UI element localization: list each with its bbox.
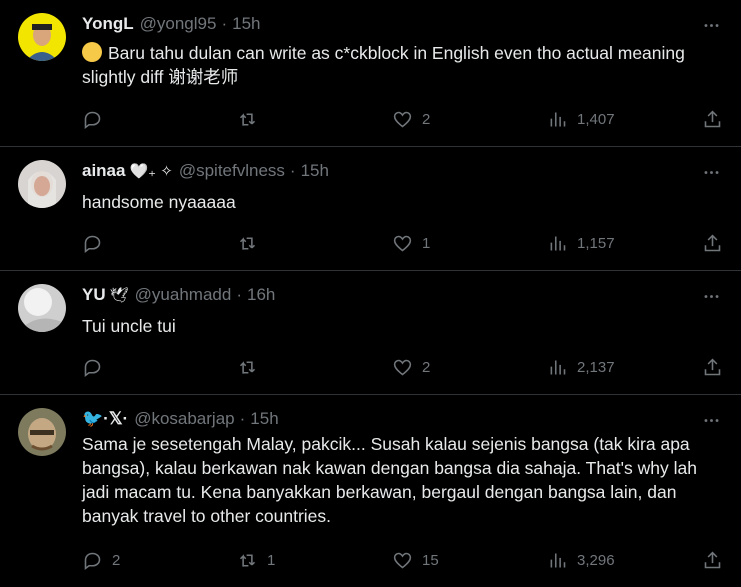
- like-button[interactable]: 2: [392, 108, 430, 130]
- heart-icon: [393, 235, 412, 252]
- view-count: 1,157: [577, 234, 615, 252]
- avatar[interactable]: [18, 284, 66, 332]
- reply-count: 2: [112, 551, 121, 569]
- retweet-button[interactable]: [237, 356, 267, 378]
- view-count: 1,407: [577, 110, 615, 128]
- like-button[interactable]: 15: [392, 549, 439, 571]
- heart-icon: [393, 359, 412, 376]
- separator: ·: [221, 14, 228, 33]
- user-handle[interactable]: @yongl95: [140, 14, 217, 34]
- share-button[interactable]: [702, 356, 723, 378]
- reply-button[interactable]: [82, 108, 112, 130]
- heart-icon: [393, 111, 412, 128]
- tweet-actions: 1 1,157: [82, 232, 723, 254]
- timestamp[interactable]: 15h: [232, 14, 260, 34]
- tweet-actions: 2 1 15 3,296: [82, 549, 723, 571]
- display-name[interactable]: YongL: [82, 14, 134, 34]
- timestamp[interactable]: 15h: [301, 161, 329, 181]
- retweet-button[interactable]: 1: [237, 549, 275, 571]
- like-button[interactable]: 2: [392, 356, 430, 378]
- user-handle[interactable]: @yuahmadd: [135, 285, 232, 305]
- retweet-count: 1: [267, 551, 276, 569]
- more-options-icon[interactable]: [701, 286, 721, 306]
- views-button[interactable]: 1,157: [547, 232, 615, 254]
- retweet-button[interactable]: [237, 232, 267, 254]
- avatar[interactable]: [18, 408, 66, 456]
- reply-icon: [84, 235, 101, 253]
- like-count: 1: [422, 234, 431, 252]
- display-name[interactable]: YU: [82, 285, 106, 305]
- retweet-icon: [239, 553, 256, 567]
- views-icon: [550, 553, 566, 567]
- views-button[interactable]: 1,407: [547, 108, 615, 130]
- like-count: 2: [422, 358, 431, 376]
- tweet-header: ainaa 🤍₊ ✧ @spitefvlness · 15h: [82, 160, 329, 182]
- views-icon: [550, 112, 566, 126]
- views-button[interactable]: 3,296: [547, 549, 615, 571]
- name-emoji: 🕊: [109, 287, 129, 304]
- tweet-text: handsome nyaaaaa: [82, 192, 236, 212]
- share-button[interactable]: [702, 232, 723, 254]
- separator: ·: [236, 285, 242, 304]
- timestamp[interactable]: 15h: [250, 409, 278, 429]
- more-options-icon[interactable]: [701, 162, 721, 182]
- name-emoji: 🤍₊ ✧: [129, 163, 173, 180]
- avatar[interactable]: [18, 160, 66, 208]
- reply-icon: [84, 552, 101, 570]
- view-count: 3,296: [577, 551, 615, 569]
- tweet-header: YU 🕊 @yuahmadd · 16h: [82, 284, 275, 306]
- reply-icon: [84, 359, 101, 377]
- share-icon: [704, 358, 721, 375]
- user-handle[interactable]: @kosabarjap: [134, 409, 234, 429]
- tweet-text: Baru tahu dulan can write as c*ckblock i…: [82, 43, 685, 87]
- separator: ·: [239, 409, 246, 428]
- views-icon: [550, 360, 566, 374]
- share-icon: [704, 110, 721, 127]
- tweet[interactable]: YU 🕊 @yuahmadd · 16h Tui uncle tui 2 2,1…: [0, 271, 741, 395]
- display-name[interactable]: ainaa: [82, 161, 125, 181]
- like-count: 15: [422, 551, 439, 569]
- tweet-text: Sama je sesetengah Malay, pakcik... Susa…: [82, 434, 697, 526]
- reply-button[interactable]: [82, 232, 112, 254]
- display-name[interactable]: 🐦·𝕏·: [82, 409, 128, 429]
- reply-button[interactable]: [82, 356, 112, 378]
- reply-icon: [84, 111, 101, 129]
- tweet-text: Tui uncle tui: [82, 316, 176, 336]
- user-handle[interactable]: @spitefvlness: [179, 161, 285, 181]
- rolling-laughing-emoji-icon: [82, 42, 102, 62]
- share-button[interactable]: [702, 108, 723, 130]
- share-icon: [704, 234, 721, 251]
- heart-icon: [393, 552, 412, 569]
- timestamp[interactable]: 16h: [247, 285, 275, 305]
- more-options-icon[interactable]: [701, 15, 721, 35]
- tweet-header: YongL @yongl95 · 15h: [82, 13, 260, 35]
- tweet[interactable]: 🐦·𝕏· @kosabarjap · 15h Sama je sesetenga…: [0, 395, 741, 587]
- retweet-button[interactable]: [237, 108, 267, 130]
- retweet-icon: [239, 360, 256, 374]
- like-count: 2: [422, 110, 431, 128]
- view-count: 2,137: [577, 358, 615, 376]
- retweet-icon: [239, 112, 256, 126]
- tweet-actions: 2 1,407: [82, 108, 723, 130]
- share-button[interactable]: [702, 549, 723, 571]
- tweet[interactable]: ainaa 🤍₊ ✧ @spitefvlness · 15h handsome …: [0, 147, 741, 271]
- tweet-actions: 2 2,137: [82, 356, 723, 378]
- more-options-icon[interactable]: [701, 410, 721, 430]
- tweet-header: 🐦·𝕏· @kosabarjap · 15h: [82, 408, 279, 430]
- avatar[interactable]: [18, 13, 66, 61]
- separator: ·: [289, 161, 296, 180]
- tweet-text-block: Baru tahu dulan can write as c*ckblock i…: [82, 41, 725, 89]
- share-icon: [704, 551, 721, 568]
- views-icon: [550, 236, 566, 250]
- retweet-icon: [239, 236, 256, 250]
- reply-button[interactable]: 2: [82, 549, 120, 571]
- tweet[interactable]: YongL @yongl95 · 15h Baru tahu dulan can…: [0, 0, 741, 147]
- views-button[interactable]: 2,137: [547, 356, 615, 378]
- like-button[interactable]: 1: [392, 232, 430, 254]
